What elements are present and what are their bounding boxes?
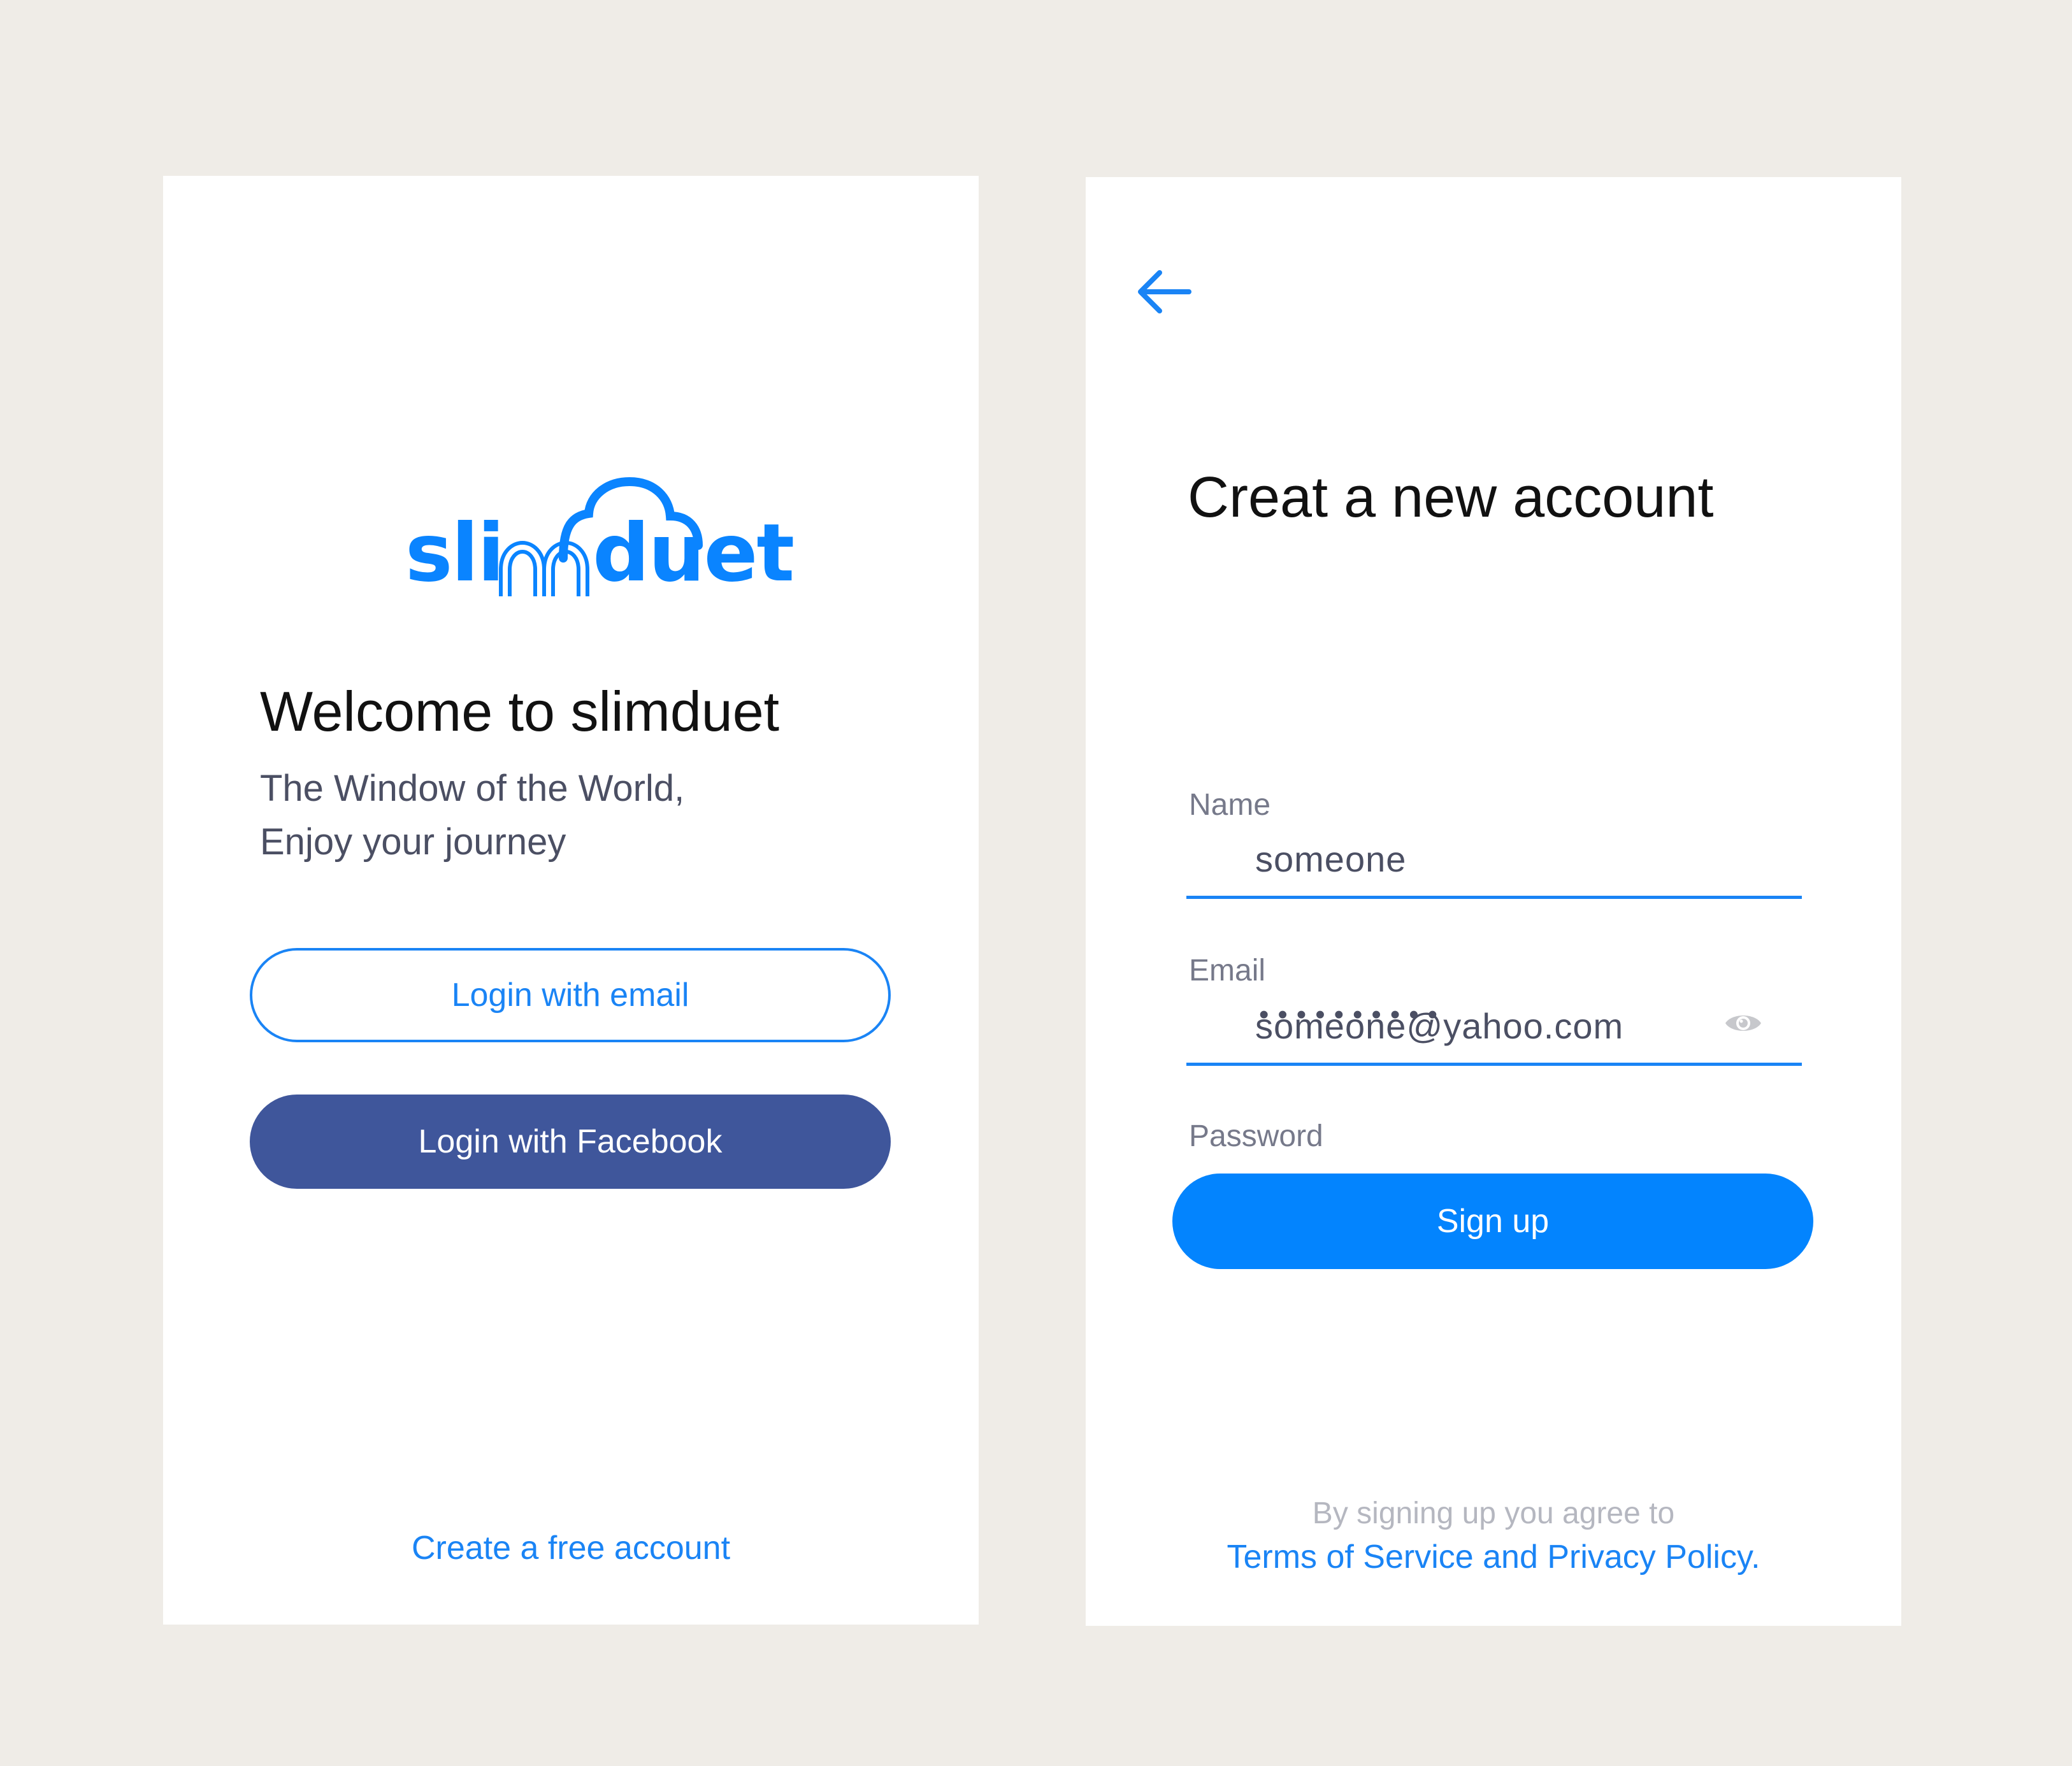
email-underline (1186, 1063, 1802, 1066)
app-logo: slimduet sliduet (405, 463, 795, 596)
password-field[interactable]: •••••••••• (1259, 999, 1446, 1031)
name-field[interactable]: someone (1255, 838, 1406, 880)
back-button[interactable] (1134, 266, 1195, 317)
login-with-email-button[interactable]: Login with email (250, 948, 891, 1042)
welcome-title: Welcome to slimduet (260, 680, 780, 743)
tagline: The Window of the World, Enjoy your jour… (260, 762, 684, 869)
name-label: Name (1189, 788, 1271, 822)
logo-text-right: duet (593, 507, 795, 599)
name-underline (1186, 896, 1802, 899)
logo-text-left: sli (405, 507, 505, 599)
eye-icon (1725, 1016, 1761, 1031)
signup-screen: Creat a new account Name someone Email s… (1086, 177, 1901, 1626)
sign-up-button[interactable]: Sign up (1172, 1174, 1813, 1269)
tagline-line-2: Enjoy your journey (260, 821, 566, 863)
arrow-left-icon (1138, 270, 1191, 313)
logo-wordmark: slimduet sliduet (405, 513, 795, 593)
email-label: Email (1189, 954, 1266, 987)
create-free-account-link[interactable]: Create a free account (163, 1529, 979, 1567)
agreement-text: By signing up you agree to (1312, 1497, 1675, 1530)
welcome-screen: slimduet sliduet Welcome to slimduet The… (163, 176, 979, 1625)
tagline-line-1: The Window of the World, (260, 768, 685, 809)
show-password-button[interactable] (1723, 1009, 1764, 1037)
terms-privacy-link[interactable]: Terms of Service and Privacy Policy. (1086, 1538, 1901, 1576)
password-label: Password (1189, 1119, 1323, 1153)
login-with-facebook-button[interactable]: Login with Facebook (250, 1095, 891, 1189)
page-title: Creat a new account (1188, 466, 1714, 529)
